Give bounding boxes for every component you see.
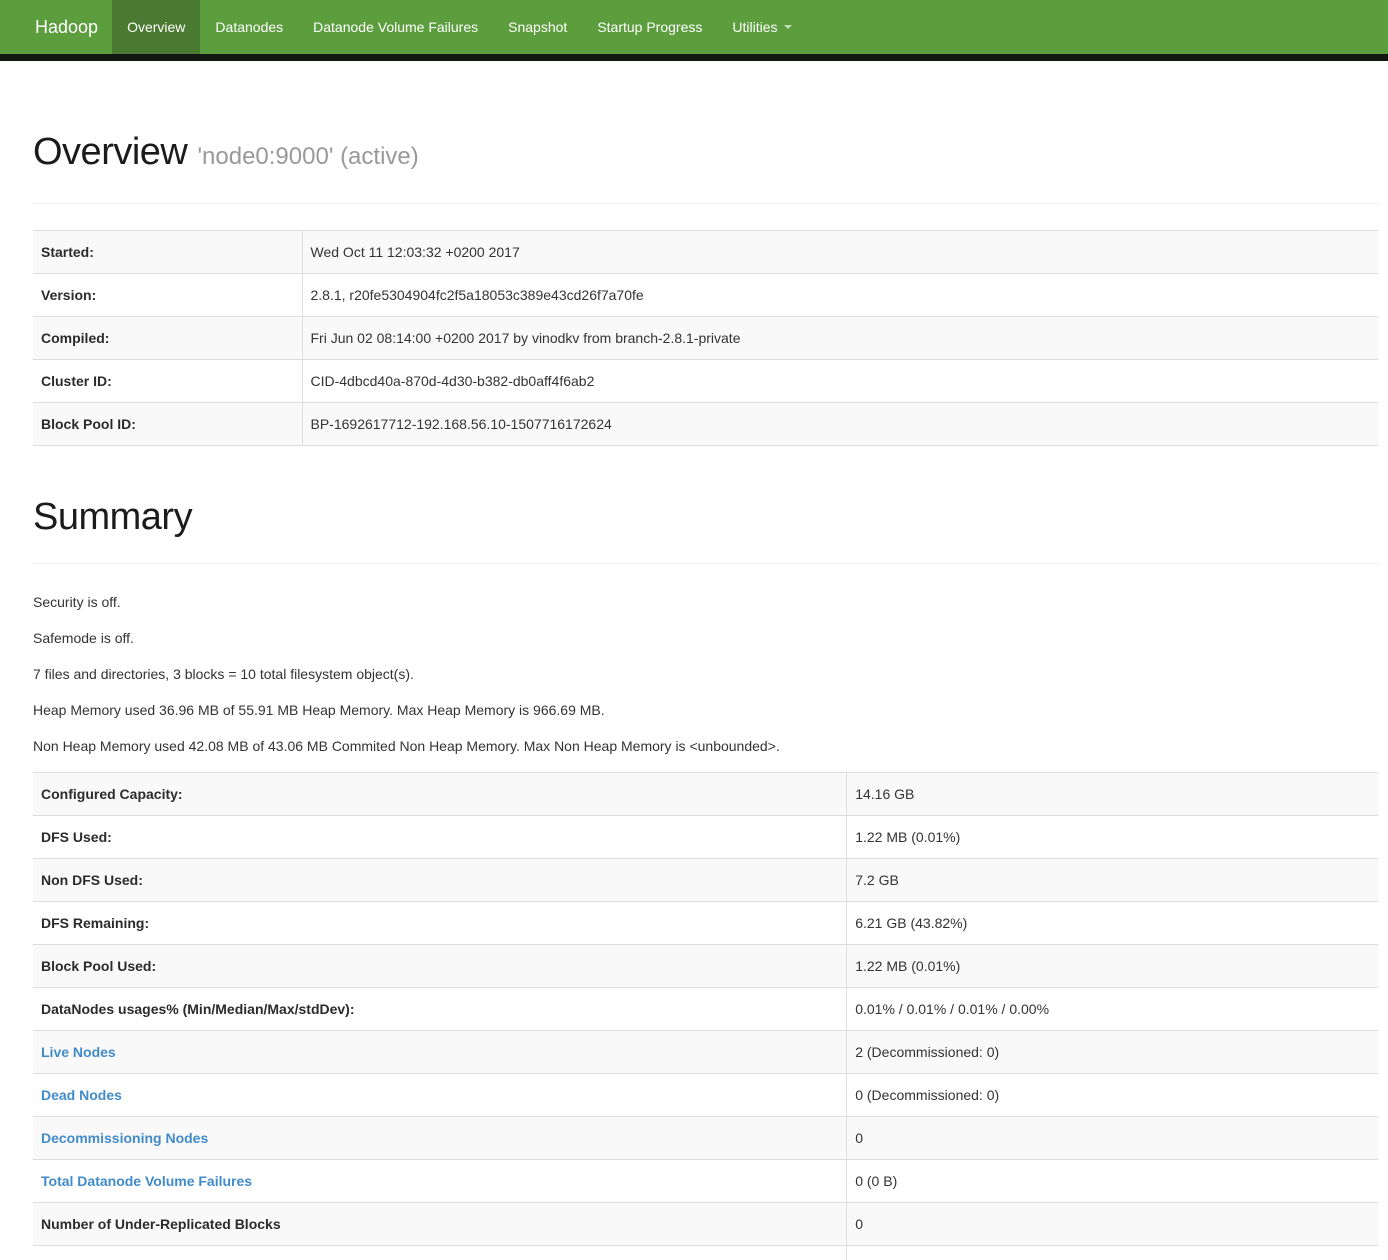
table-row: Dead Nodes 0 (Decommissioned: 0) bbox=[33, 1074, 1378, 1117]
dead-nodes-link[interactable]: Dead Nodes bbox=[41, 1087, 122, 1103]
nav-item-label: Startup Progress bbox=[597, 19, 702, 35]
table-row: Cluster ID: CID-4dbcd40a-870d-4d30-b382-… bbox=[33, 360, 1378, 403]
row-label: DFS Used: bbox=[33, 816, 847, 859]
nav-item-label: Snapshot bbox=[508, 19, 567, 35]
row-value: BP-1692617712-192.168.56.10-150771617262… bbox=[302, 403, 1378, 446]
row-label: Live Nodes bbox=[33, 1031, 847, 1074]
row-label: Dead Nodes bbox=[33, 1074, 847, 1117]
nav-item-label: Datanodes bbox=[215, 19, 283, 35]
nav-item-overview[interactable]: Overview bbox=[112, 0, 200, 54]
page-title-text: Overview bbox=[33, 131, 187, 173]
row-label: Version: bbox=[33, 274, 302, 317]
page-title: Overview 'node0:9000' (active) bbox=[33, 133, 1378, 176]
row-label: Decommissioning Nodes bbox=[33, 1117, 847, 1160]
table-row: DataNodes usages% (Min/Median/Max/stdDev… bbox=[33, 988, 1378, 1031]
row-value: 14.16 GB bbox=[847, 773, 1378, 816]
table-row: Block Pool ID: BP-1692617712-192.168.56.… bbox=[33, 403, 1378, 446]
row-value: 1.22 MB (0.01%) bbox=[847, 945, 1378, 988]
table-row: Non DFS Used: 7.2 GB bbox=[33, 859, 1378, 902]
row-label: Compiled: bbox=[33, 317, 302, 360]
table-row: Block Pool Used: 1.22 MB (0.01%) bbox=[33, 945, 1378, 988]
overview-page-header: Overview 'node0:9000' (active) bbox=[33, 133, 1378, 204]
table-row: Configured Capacity: 14.16 GB bbox=[33, 773, 1378, 816]
row-value: 0 (Decommissioned: 0) bbox=[847, 1074, 1378, 1117]
nav-item-startup-progress[interactable]: Startup Progress bbox=[582, 0, 717, 54]
row-value: 7.2 GB bbox=[847, 859, 1378, 902]
table-row: Decommissioning Nodes 0 bbox=[33, 1117, 1378, 1160]
chevron-down-icon bbox=[784, 25, 792, 29]
nav-item-label: Overview bbox=[127, 19, 185, 35]
namenode-address-subtitle: 'node0:9000' (active) bbox=[197, 143, 418, 170]
table-row: Compiled: Fri Jun 02 08:14:00 +0200 2017… bbox=[33, 317, 1378, 360]
table-row: Number of Blocks Pending Deletion 0 bbox=[33, 1246, 1378, 1260]
table-row: Live Nodes 2 (Decommissioned: 0) bbox=[33, 1031, 1378, 1074]
navbar-brand-hadoop[interactable]: Hadoop bbox=[0, 0, 112, 54]
row-value: 0 bbox=[847, 1117, 1378, 1160]
table-row: Version: 2.8.1, r20fe5304904fc2f5a18053c… bbox=[33, 274, 1378, 317]
row-value: Wed Oct 11 12:03:32 +0200 2017 bbox=[302, 231, 1378, 274]
nav-item-label: Utilities bbox=[732, 19, 777, 35]
row-value: CID-4dbcd40a-870d-4d30-b382-db0aff4f6ab2 bbox=[302, 360, 1378, 403]
row-value: 0 bbox=[847, 1246, 1378, 1260]
navbar-bottom-bar bbox=[0, 54, 1388, 61]
table-row: Total Datanode Volume Failures 0 (0 B) bbox=[33, 1160, 1378, 1203]
nav-item-datanodes[interactable]: Datanodes bbox=[200, 0, 298, 54]
top-navbar: Hadoop Overview Datanodes Datanode Volum… bbox=[0, 0, 1388, 54]
security-status-text: Security is off. bbox=[33, 592, 1378, 612]
nav-item-datanode-volume-failures[interactable]: Datanode Volume Failures bbox=[298, 0, 493, 54]
safemode-status-text: Safemode is off. bbox=[33, 628, 1378, 648]
row-value: 2 (Decommissioned: 0) bbox=[847, 1031, 1378, 1074]
row-label: Block Pool Used: bbox=[33, 945, 847, 988]
row-value: 0.01% / 0.01% / 0.01% / 0.00% bbox=[847, 988, 1378, 1031]
nav-item-label: Datanode Volume Failures bbox=[313, 19, 478, 35]
summary-paragraphs: Security is off. Safemode is off. 7 file… bbox=[33, 592, 1378, 756]
row-value: 6.21 GB (43.82%) bbox=[847, 902, 1378, 945]
row-value: 0 (0 B) bbox=[847, 1160, 1378, 1203]
cluster-summary-table: Configured Capacity: 14.16 GB DFS Used: … bbox=[33, 772, 1378, 1260]
decommissioning-nodes-link[interactable]: Decommissioning Nodes bbox=[41, 1130, 208, 1146]
row-label: DataNodes usages% (Min/Median/Max/stdDev… bbox=[33, 988, 847, 1031]
row-label: Started: bbox=[33, 231, 302, 274]
row-label: DFS Remaining: bbox=[33, 902, 847, 945]
row-label: Configured Capacity: bbox=[33, 773, 847, 816]
namenode-info-table: Started: Wed Oct 11 12:03:32 +0200 2017 … bbox=[33, 230, 1378, 446]
summary-page-header: Summary bbox=[33, 498, 1378, 564]
table-row: Started: Wed Oct 11 12:03:32 +0200 2017 bbox=[33, 231, 1378, 274]
summary-title: Summary bbox=[33, 498, 1378, 536]
row-label: Cluster ID: bbox=[33, 360, 302, 403]
heap-memory-text: Heap Memory used 36.96 MB of 55.91 MB He… bbox=[33, 700, 1378, 720]
row-label: Total Datanode Volume Failures bbox=[33, 1160, 847, 1203]
filesystem-objects-text: 7 files and directories, 3 blocks = 10 t… bbox=[33, 664, 1378, 684]
table-row: DFS Remaining: 6.21 GB (43.82%) bbox=[33, 902, 1378, 945]
total-datanode-volume-failures-link[interactable]: Total Datanode Volume Failures bbox=[41, 1173, 252, 1189]
row-value: 0 bbox=[847, 1203, 1378, 1246]
row-value: 2.8.1, r20fe5304904fc2f5a18053c389e43cd2… bbox=[302, 274, 1378, 317]
table-row: Number of Under-Replicated Blocks 0 bbox=[33, 1203, 1378, 1246]
nav-item-snapshot[interactable]: Snapshot bbox=[493, 0, 582, 54]
non-heap-memory-text: Non Heap Memory used 42.08 MB of 43.06 M… bbox=[33, 736, 1378, 756]
row-label: Non DFS Used: bbox=[33, 859, 847, 902]
row-label: Number of Under-Replicated Blocks bbox=[33, 1203, 847, 1246]
row-label: Block Pool ID: bbox=[33, 403, 302, 446]
row-value: 1.22 MB (0.01%) bbox=[847, 816, 1378, 859]
row-label: Number of Blocks Pending Deletion bbox=[33, 1246, 847, 1260]
live-nodes-link[interactable]: Live Nodes bbox=[41, 1044, 116, 1060]
table-row: DFS Used: 1.22 MB (0.01%) bbox=[33, 816, 1378, 859]
row-value: Fri Jun 02 08:14:00 +0200 2017 by vinodk… bbox=[302, 317, 1378, 360]
nav-item-utilities-dropdown[interactable]: Utilities bbox=[717, 0, 806, 54]
